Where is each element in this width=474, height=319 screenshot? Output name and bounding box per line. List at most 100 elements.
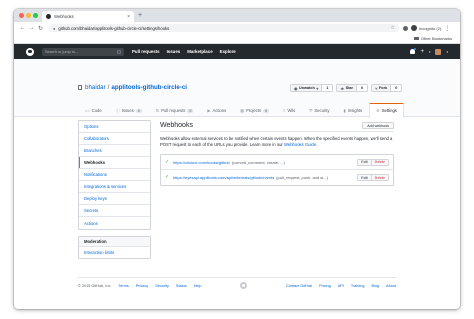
tab-label: Projects [245, 108, 262, 113]
gear-icon: ⚙ [376, 108, 380, 114]
tab-label: Code [91, 108, 102, 113]
fork-icon: ⑂ [375, 85, 378, 91]
star-label: Star [345, 86, 353, 90]
tab-code[interactable]: <> Code [78, 103, 109, 117]
footer-link-terms[interactable]: Terms [118, 284, 128, 288]
webhook-url-link[interactable]: https://circleci.com/hooks/github [173, 160, 230, 165]
check-icon: ✓ [165, 175, 170, 180]
bookmark-star-icon[interactable]: ☆ [391, 25, 395, 31]
nav-marketplace[interactable]: Marketplace [187, 49, 212, 54]
search-input[interactable]: Search or jump to... / [42, 47, 124, 56]
address-bar[interactable]: ● github.com/bhaidar/applitools-github-c… [49, 24, 399, 32]
other-bookmarks-link[interactable]: Other Bookmarks [421, 36, 452, 41]
incognito-profile-button[interactable]: Incognito (2) [411, 25, 441, 31]
forward-arrow-icon[interactable]: → [27, 25, 36, 31]
footer-link-blog[interactable]: Blog [371, 284, 379, 288]
nav-explore[interactable]: Explore [220, 49, 236, 54]
edit-button[interactable]: Edit [357, 158, 372, 166]
forks-count[interactable]: 0 [391, 85, 401, 91]
create-new-plus-icon[interactable]: + [420, 49, 424, 55]
tab-projects[interactable]: ▦ Projects 0 [233, 103, 276, 117]
description-end: . [316, 142, 318, 147]
footer-link-help[interactable]: Help [194, 284, 202, 288]
address-url[interactable]: github.com/bhaidar/applitools-github-cir… [58, 26, 390, 31]
search-placeholder: Search or jump to... [45, 49, 79, 54]
menu-item-branches[interactable]: Branches [79, 145, 150, 157]
tab-insights[interactable]: ▮ Insights [337, 103, 370, 117]
user-avatar[interactable] [435, 48, 442, 55]
browser-tab[interactable]: Webhooks × [42, 11, 134, 22]
list-item: ✓ https://circleci.com/hooks/github (com… [161, 155, 393, 170]
tab-label: Wiki [287, 108, 296, 113]
footer-link-pricing[interactable]: Pricing [319, 284, 331, 288]
new-tab-button[interactable]: + [138, 11, 142, 21]
unwatch-button[interactable]: ◉ Unwatch ▾ [291, 85, 323, 91]
repo-header: bhaidar / applitools-github-circle-ci ◉ … [14, 59, 460, 118]
tab-actions[interactable]: ▶ Actions [200, 103, 233, 117]
webhook-url-link[interactable]: https://eyesapi.applitools.com/api/exter… [173, 175, 274, 180]
fork-button[interactable]: ⑂ Fork [372, 85, 392, 91]
menu-item-deploy-keys[interactable]: Deploy keys [79, 193, 150, 205]
tab-close-icon[interactable]: × [127, 14, 130, 20]
add-webhook-button[interactable]: Add webhook [362, 122, 394, 129]
profile-caret-icon[interactable]: ▾ [446, 50, 448, 54]
projects-count-badge: 0 [263, 108, 270, 113]
maximize-window-button[interactable] [33, 13, 38, 18]
extension-icon[interactable] [403, 25, 408, 31]
page-title: Webhooks [160, 122, 193, 129]
close-window-button[interactable] [19, 13, 24, 18]
notifications-bell-icon[interactable] [410, 48, 417, 54]
footer-link-training[interactable]: Training [351, 284, 365, 288]
stargazers-count[interactable]: 0 [357, 85, 367, 91]
footer-link-about[interactable]: About [386, 284, 396, 288]
browser-menu-icon[interactable]: ⋮ [444, 25, 450, 32]
tab-security[interactable]: ⛨ Security [302, 103, 336, 117]
minimize-window-button[interactable] [26, 13, 31, 18]
menu-item-interaction-limits[interactable]: Interaction limits [79, 247, 150, 258]
tab-pull-requests[interactable]: ⇅ Pull requests 0 [149, 103, 201, 117]
webhooks-description: Webhooks allow external services to be n… [160, 136, 394, 148]
tab-wiki[interactable]: ≡ Wiki [276, 103, 302, 117]
footer-link-privacy[interactable]: Privacy [136, 284, 148, 288]
tab-label: Pull requests [161, 108, 186, 113]
play-icon: ▶ [207, 108, 211, 113]
menu-item-actions[interactable]: Actions [79, 217, 150, 229]
back-arrow-icon[interactable]: ← [18, 25, 27, 31]
footer-link-security[interactable]: Security [155, 284, 169, 288]
repo-name-link[interactable]: applitools-github-circle-ci [111, 84, 187, 91]
menu-item-webhooks[interactable]: Webhooks [79, 157, 150, 169]
menu-item-integrations[interactable]: Integrations & services [79, 181, 150, 193]
edit-button[interactable]: Edit [357, 174, 372, 181]
webhooks-guide-link[interactable]: Webhooks Guide [284, 142, 316, 147]
footer-link-api[interactable]: API [338, 284, 344, 288]
menu-item-secrets[interactable]: Secrets [79, 205, 150, 217]
delete-button[interactable]: Delete [371, 174, 389, 181]
unwatch-label: Unwatch [299, 86, 315, 90]
page-footer: © 2019 GitHub, Inc. Terms Privacy Securi… [78, 277, 396, 293]
graph-icon: ▮ [343, 108, 346, 113]
menu-item-notifications[interactable]: Notifications [79, 169, 150, 181]
nav-issues[interactable]: Issues [167, 49, 181, 54]
footer-link-status[interactable]: Status [176, 284, 187, 288]
incognito-label: Incognito (2) [419, 25, 442, 31]
tab-strip: Webhooks × + [14, 9, 460, 22]
watchers-count[interactable]: 1 [322, 85, 332, 91]
tab-label: Issues [121, 108, 134, 113]
book-icon: ≡ [283, 108, 286, 113]
tab-settings[interactable]: ⚙ Settings [369, 103, 404, 118]
menu-item-collaborators[interactable]: Collaborators [79, 133, 150, 145]
nav-pull-requests[interactable]: Pull requests [132, 49, 160, 54]
fork-button-group: ⑂ Fork 0 [371, 84, 403, 92]
menu-item-options[interactable]: Options [79, 121, 150, 133]
footer-left: © 2019 GitHub, Inc. Terms Privacy Securi… [78, 284, 202, 288]
footer-link-contact[interactable]: Contact GitHub [286, 284, 312, 288]
create-caret-icon[interactable]: ▾ [429, 50, 431, 54]
star-button[interactable]: ★ Star [337, 85, 357, 91]
repo-owner-link[interactable]: bhaidar [85, 84, 106, 91]
github-footer-logo-icon[interactable] [240, 282, 248, 289]
github-logo-icon[interactable] [26, 47, 34, 56]
delete-button[interactable]: Delete [371, 158, 389, 166]
reload-icon[interactable]: ↻ [36, 25, 45, 32]
tab-issues[interactable]: ⓘ Issues 0 [109, 103, 149, 117]
description-text: Webhooks allow external services to be n… [160, 136, 393, 147]
